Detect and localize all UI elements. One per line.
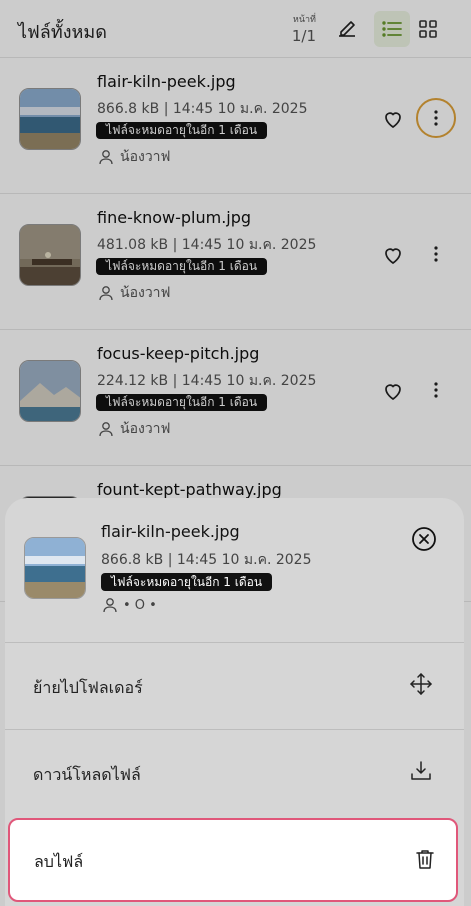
move-to-folder-action[interactable]: ย้ายไปโฟลเดอร์ [5,643,464,729]
download-file-label: ดาวน์โหลดไฟล์ [33,765,141,784]
trash-icon [416,850,434,869]
close-sheet-button[interactable] [409,524,439,554]
file-actions-sheet: flair-kiln-peek.jpg 866.8 kB | 14:45 10 … [5,498,464,906]
sheet-file-thumbnail [24,537,86,599]
sheet-expiry-badge: ไฟล์จะหมดอายุในอีก 1 เดือน [101,573,273,591]
delete-file-action[interactable]: ลบไฟล์ [8,818,458,902]
sheet-owner-text: • O • [123,597,157,613]
download-file-action[interactable]: ดาวน์โหลดไฟล์ [5,730,464,816]
user-icon [103,598,117,613]
close-circle-icon [412,527,436,551]
move-to-folder-label: ย้ายไปโฟลเดอร์ [33,678,143,697]
sheet-file-meta: 866.8 kB | 14:45 10 ม.ค. 2025 [101,552,312,568]
move-icon [410,673,432,695]
download-icon [411,761,431,780]
sheet-file-owner: • O • [102,597,157,613]
sheet-file-name: flair-kiln-peek.jpg [101,522,240,541]
delete-file-label: ลบไฟล์ [34,852,84,871]
